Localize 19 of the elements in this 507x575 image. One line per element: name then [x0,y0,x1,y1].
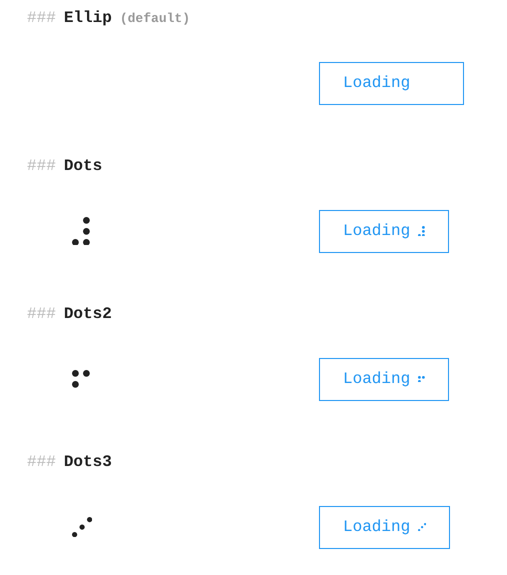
section-heading: Dots2 [64,304,112,324]
loading-button[interactable]: Loading [319,210,450,252]
spinner-dots-icon [72,370,90,388]
section-heading: Dots3 [64,452,112,472]
heading-marker: ### [27,304,56,324]
spinner-dots-icon [72,516,92,538]
dots-icon [418,376,426,382]
section-heading: Ellip [64,8,112,28]
heading-marker: ### [27,156,56,176]
heading-marker: ### [27,8,56,28]
heading-marker: ### [27,452,56,472]
dots-icon [418,226,426,236]
loading-button[interactable]: Loading [319,358,450,400]
section-heading: Dots [64,156,102,176]
loading-button[interactable]: Loading [319,506,450,548]
spinner-dots-icon [72,216,90,246]
loading-button[interactable]: Loading [319,62,464,104]
heading-note: (default) [120,10,190,28]
dots-icon [418,522,426,532]
